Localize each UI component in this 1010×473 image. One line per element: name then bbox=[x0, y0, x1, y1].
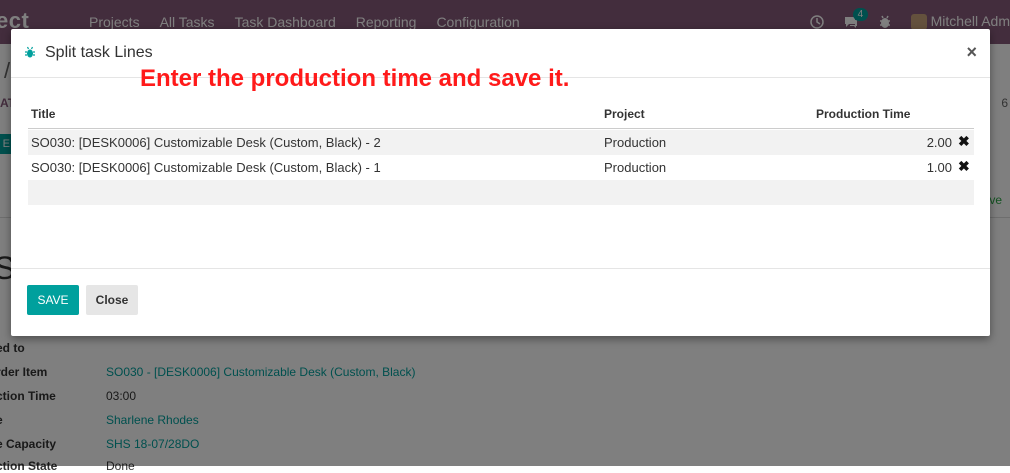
cell-project[interactable]: Production bbox=[604, 135, 666, 150]
column-header-production-time[interactable]: Production Time bbox=[816, 107, 910, 121]
delete-row-icon[interactable]: ✖ bbox=[958, 158, 970, 175]
cell-title[interactable]: SO030: [DESK0006] Customizable Desk (Cus… bbox=[31, 135, 381, 150]
split-task-dialog: Split task Lines × Enter the production … bbox=[11, 29, 990, 336]
header-divider bbox=[28, 128, 974, 129]
table-row[interactable]: SO030: [DESK0006] Customizable Desk (Cus… bbox=[28, 130, 974, 155]
instruction-annotation: Enter the production time and save it. bbox=[140, 65, 570, 92]
save-button[interactable]: SAVE bbox=[27, 285, 79, 315]
cell-production-time[interactable]: 2.00 bbox=[927, 135, 952, 150]
table-row[interactable]: SO030: [DESK0006] Customizable Desk (Cus… bbox=[28, 155, 974, 180]
delete-row-icon[interactable]: ✖ bbox=[958, 133, 970, 150]
close-icon[interactable]: × bbox=[966, 42, 977, 63]
cell-project[interactable]: Production bbox=[604, 160, 666, 175]
column-header-title[interactable]: Title bbox=[31, 107, 55, 121]
dialog-title: Split task Lines bbox=[45, 44, 153, 61]
bug-icon bbox=[24, 46, 36, 59]
cell-production-time[interactable]: 1.00 bbox=[927, 160, 952, 175]
dialog-footer: SAVE Close bbox=[11, 268, 990, 337]
column-header-project[interactable]: Project bbox=[604, 107, 645, 121]
close-button[interactable]: Close bbox=[86, 285, 138, 315]
cell-title[interactable]: SO030: [DESK0006] Customizable Desk (Cus… bbox=[31, 160, 381, 175]
table-row-empty bbox=[28, 180, 974, 205]
